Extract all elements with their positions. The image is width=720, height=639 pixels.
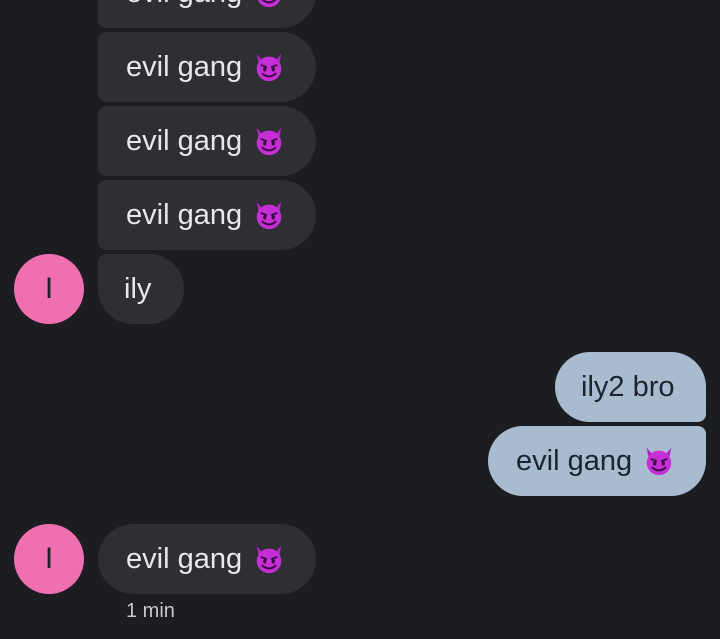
- smiling-face-with-horns-icon: [642, 444, 676, 478]
- message-bubble-incoming[interactable]: evil gang: [98, 524, 316, 594]
- message-text: ily: [124, 272, 152, 305]
- smiling-face-with-horns-icon: [252, 198, 286, 232]
- message-bubble-outgoing[interactable]: ily2 bro: [555, 352, 706, 422]
- message-text: evil gang: [516, 444, 633, 477]
- smiling-face-with-horns-icon: [252, 542, 286, 576]
- avatar-initial: I: [44, 542, 54, 575]
- smiling-face-with-horns-icon: [252, 50, 286, 84]
- sender-avatar[interactable]: I: [14, 524, 84, 594]
- message-bubble-incoming[interactable]: evil gang: [98, 0, 316, 28]
- message-bubble-incoming[interactable]: evil gang: [98, 106, 316, 176]
- message-text: evil gang: [126, 124, 243, 157]
- message-text: evil gang: [126, 0, 242, 10]
- message-bubble-outgoing[interactable]: evil gang: [488, 426, 706, 496]
- sender-avatar[interactable]: I: [14, 254, 84, 324]
- message-text: evil gang: [126, 198, 243, 231]
- smiling-face-with-horns-icon: [252, 124, 286, 158]
- avatar-initial: I: [44, 272, 54, 305]
- conversation-thread: evil gang evil gang evil gang evil gang …: [0, 0, 720, 639]
- message-text: ily2 bro: [581, 370, 675, 403]
- message-text: evil gang: [126, 542, 243, 575]
- smiling-face-with-horns-icon: [252, 0, 286, 10]
- message-timestamp: 1 min: [126, 600, 175, 622]
- message-bubble-incoming[interactable]: ily: [98, 254, 184, 324]
- message-text: evil gang: [126, 50, 243, 83]
- message-bubble-incoming[interactable]: evil gang: [98, 32, 316, 102]
- message-bubble-incoming[interactable]: evil gang: [98, 180, 316, 250]
